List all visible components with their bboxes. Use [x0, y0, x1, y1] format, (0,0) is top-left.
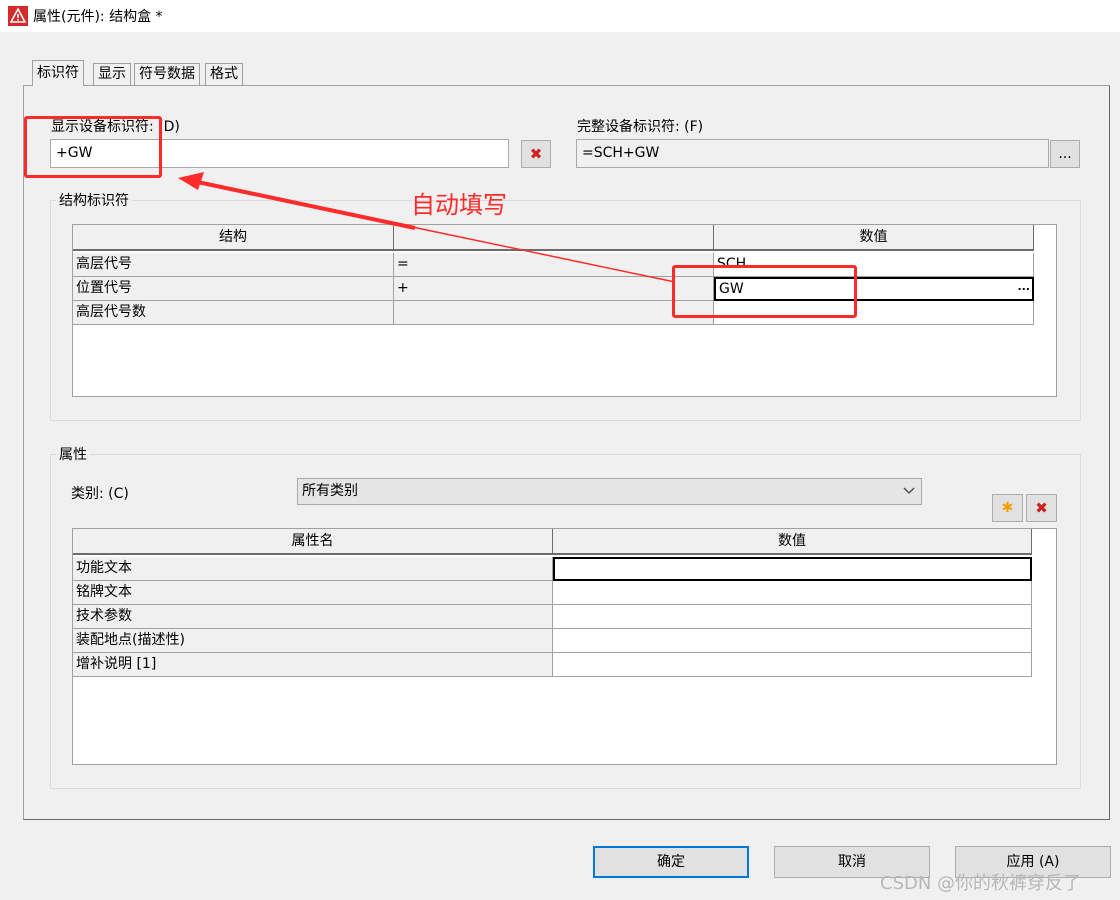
- structure-row-prefix: [394, 301, 714, 325]
- delete-property-button[interactable]: ✖: [1026, 494, 1057, 522]
- app-icon: [8, 6, 28, 26]
- tab-display[interactable]: 显示: [93, 63, 131, 85]
- property-row-value[interactable]: [553, 629, 1032, 653]
- tab-symbol-data[interactable]: 符号数据: [134, 63, 200, 85]
- properties-group-title: 属性: [56, 444, 90, 464]
- chevron-down-icon: [903, 487, 915, 494]
- property-row-name: 铭牌文本: [73, 581, 553, 605]
- properties-grid[interactable]: 属性名 数值 功能文本 铭牌文本 技术参数 装配地点(描述性) 增补说明 [1]: [72, 528, 1057, 765]
- property-row-name: 增补说明 [1]: [73, 653, 553, 677]
- new-star-icon: ✱: [1001, 500, 1014, 516]
- ok-button[interactable]: 确定: [593, 846, 749, 878]
- title-bar: 属性(元件): 结构盒 *: [0, 0, 1120, 32]
- tab-format[interactable]: 格式: [205, 63, 243, 85]
- structure-row-name: 高层代号数: [73, 301, 394, 325]
- full-identifier-input[interactable]: =SCH+GW: [576, 139, 1049, 168]
- cell-browse-button[interactable]: ...: [1017, 279, 1030, 295]
- window-title: 属性(元件): 结构盒 *: [33, 9, 163, 25]
- delete-x-icon: ✖: [1035, 499, 1048, 517]
- annotation-box-location-value: [672, 265, 857, 318]
- new-property-button[interactable]: ✱: [992, 494, 1023, 522]
- property-row-name: 技术参数: [73, 605, 553, 629]
- property-row-value[interactable]: [553, 581, 1032, 605]
- properties-header-name[interactable]: 属性名: [73, 529, 553, 555]
- full-identifier-browse-button[interactable]: ...: [1050, 140, 1080, 168]
- property-row-name: 功能文本: [73, 557, 553, 581]
- watermark: CSDN @你的秋裤穿反了: [880, 873, 1082, 894]
- structure-group-title: 结构标识符: [56, 190, 132, 210]
- property-row-value[interactable]: [553, 605, 1032, 629]
- structure-header-value[interactable]: 数值: [714, 225, 1034, 251]
- delete-identifier-button[interactable]: ✖: [521, 140, 551, 168]
- full-identifier-label: 完整设备标识符: (F): [577, 119, 704, 135]
- category-select[interactable]: 所有类别: [297, 478, 922, 505]
- tab-identifier[interactable]: 标识符: [32, 60, 84, 86]
- annotation-box-display-identifier: [24, 116, 162, 178]
- category-label: 类别: (C): [71, 486, 129, 502]
- property-row-name: 装配地点(描述性): [73, 629, 553, 653]
- property-row-value[interactable]: [553, 653, 1032, 677]
- properties-header-value[interactable]: 数值: [553, 529, 1032, 555]
- delete-x-icon: ✖: [529, 145, 543, 163]
- property-row-value-selected[interactable]: [553, 557, 1032, 581]
- annotation-text: 自动填写: [411, 191, 507, 219]
